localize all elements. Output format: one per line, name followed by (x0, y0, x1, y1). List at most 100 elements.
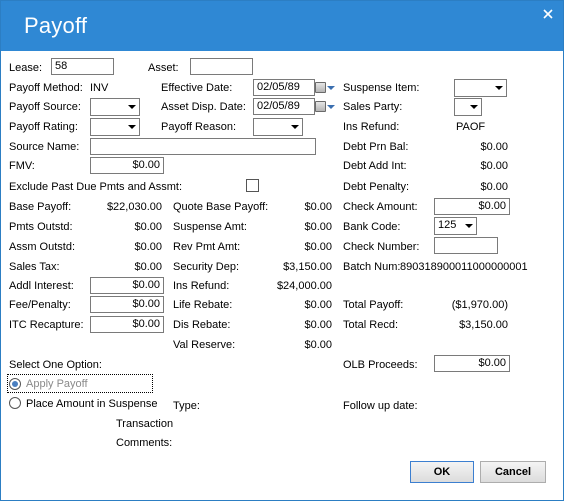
ins-refund-top-label: Ins Refund: (343, 121, 400, 133)
asset-label: Asset: (148, 62, 179, 74)
chevron-down-icon (128, 125, 136, 129)
val-reserve-label: Val Reserve: (173, 339, 236, 351)
check-amount-input[interactable]: $0.00 (434, 198, 510, 215)
chevron-down-icon (470, 105, 478, 109)
ins-refund-label: Ins Refund: (173, 280, 230, 292)
total-payoff-value: ($1,970.00) (451, 299, 508, 311)
quote-base-payoff-value: $0.00 (304, 201, 332, 213)
fmv-label: FMV: (9, 160, 35, 172)
calendar-icon[interactable] (315, 82, 326, 93)
assm-outstd-value: $0.00 (134, 241, 162, 253)
payoff-source-dropdown[interactable] (90, 98, 140, 116)
check-number-input[interactable] (434, 237, 498, 254)
chevron-down-icon[interactable] (327, 86, 335, 90)
pmts-outstd-label: Pmts Outstd: (9, 221, 73, 233)
rev-pmt-amt-label: Rev Pmt Amt: (173, 241, 241, 253)
debt-prn-bal-label: Debt Prn Bal: (343, 141, 409, 153)
asset-disp-date-label: Asset Disp. Date: (161, 101, 246, 113)
apply-payoff-label[interactable]: Apply Payoff (26, 377, 88, 391)
lease-label: Lease: (9, 62, 43, 74)
dis-rebate-value: $0.00 (304, 319, 332, 331)
batch-num-label: Batch Num: (343, 261, 401, 273)
fee-penalty-input[interactable]: $0.00 (90, 296, 164, 313)
suspense-item-dropdown[interactable] (454, 79, 507, 97)
cancel-button[interactable]: Cancel (480, 461, 546, 483)
quote-base-payoff-label: Quote Base Payoff: (173, 201, 269, 213)
debt-add-int-label: Debt Add Int: (343, 160, 407, 172)
debt-penalty-value: $0.00 (480, 181, 508, 193)
source-name-input[interactable] (90, 138, 316, 155)
base-payoff-value: $22,030.00 (106, 201, 162, 213)
bank-code-value: 125 (438, 219, 457, 231)
ok-button[interactable]: OK (410, 461, 474, 483)
place-amount-in-suspense-label[interactable]: Place Amount in Suspense (26, 397, 157, 411)
pmts-outstd-value: $0.00 (134, 221, 162, 233)
total-payoff-label: Total Payoff: (343, 299, 404, 311)
total-recd-label: Total Recd: (343, 319, 399, 331)
payoff-reason-label: Payoff Reason: (161, 121, 237, 133)
life-rebate-value: $0.00 (304, 299, 332, 311)
dialog-title: Payoff (24, 13, 88, 38)
title-bar: Payoff (1, 1, 563, 51)
addl-interest-label: Addl Interest: (9, 280, 74, 292)
val-reserve-value: $0.00 (304, 339, 332, 351)
sales-party-label: Sales Party: (343, 101, 403, 113)
chevron-down-icon (495, 86, 503, 90)
debt-penalty-label: Debt Penalty: (343, 181, 410, 193)
total-recd-value: $3,150.00 (459, 319, 508, 331)
dis-rebate-label: Dis Rebate: (173, 319, 231, 331)
base-payoff-label: Base Payoff: (9, 201, 72, 213)
payoff-dialog: Payoff Lease: 58 Asset: Payoff Method: I… (0, 0, 564, 501)
itc-recapture-input[interactable]: $0.00 (90, 316, 164, 333)
addl-interest-input[interactable]: $0.00 (90, 277, 164, 294)
payoff-method-label: Payoff Method: (9, 82, 83, 94)
chevron-down-icon[interactable] (327, 105, 335, 109)
suspense-amt-value: $0.00 (304, 221, 332, 233)
sales-tax-label: Sales Tax: (9, 261, 60, 273)
payoff-method-value: INV (90, 82, 109, 94)
sales-tax-value: $0.00 (134, 261, 162, 273)
exclude-past-due-checkbox[interactable] (246, 179, 259, 192)
chevron-down-icon (291, 125, 299, 129)
place-amount-in-suspense-radio[interactable] (9, 397, 21, 409)
follow-up-date-label: Follow up date: (343, 400, 418, 412)
debt-add-int-value: $0.00 (480, 160, 508, 172)
batch-num-value: 890318900011000000001 (400, 261, 528, 273)
security-dep-label: Security Dep: (173, 261, 240, 273)
olb-proceeds-input[interactable]: $0.00 (434, 355, 510, 372)
asset-disp-date-input[interactable]: 02/05/89 (253, 98, 315, 115)
calendar-icon[interactable] (315, 101, 326, 112)
debt-prn-bal-value: $0.00 (480, 141, 508, 153)
payoff-source-label: Payoff Source: (9, 101, 81, 113)
itc-recapture-label: ITC Recapture: (9, 319, 84, 331)
life-rebate-label: Life Rebate: (173, 299, 233, 311)
asset-input[interactable] (190, 58, 253, 75)
exclude-past-due-label: Exclude Past Due Pmts and Assmt: (9, 181, 183, 193)
olb-proceeds-label: OLB Proceeds: (343, 359, 418, 371)
ins-refund-top-value: PAOF (456, 121, 486, 133)
rev-pmt-amt-value: $0.00 (304, 241, 332, 253)
fmv-input[interactable]: $0.00 (90, 157, 164, 174)
comments-label: Comments: (116, 437, 173, 449)
chevron-down-icon (128, 105, 136, 109)
transaction-label: Transaction (116, 418, 174, 430)
check-number-label: Check Number: (343, 241, 420, 253)
effective-date-label: Effective Date: (161, 82, 233, 94)
type-label: Type: (173, 400, 200, 412)
bank-code-label: Bank Code: (343, 221, 401, 233)
security-dep-value: $3,150.00 (283, 261, 332, 273)
bank-code-dropdown[interactable]: 125 (434, 217, 477, 235)
chevron-down-icon (465, 224, 473, 228)
effective-date-input[interactable]: 02/05/89 (253, 79, 315, 96)
suspense-amt-label: Suspense Amt: (173, 221, 247, 233)
payoff-rating-label: Payoff Rating: (9, 121, 78, 133)
apply-payoff-radio[interactable] (9, 378, 21, 390)
dialog-body: Lease: 58 Asset: Payoff Method: INV Effe… (1, 51, 563, 500)
sales-party-dropdown[interactable] (454, 98, 482, 116)
payoff-reason-dropdown[interactable] (253, 118, 303, 136)
select-one-option-label: Select One Option: (9, 359, 102, 371)
lease-input[interactable]: 58 (51, 58, 114, 75)
close-icon[interactable] (541, 7, 555, 21)
payoff-rating-dropdown[interactable] (90, 118, 140, 136)
suspense-item-label: Suspense Item: (343, 82, 420, 94)
